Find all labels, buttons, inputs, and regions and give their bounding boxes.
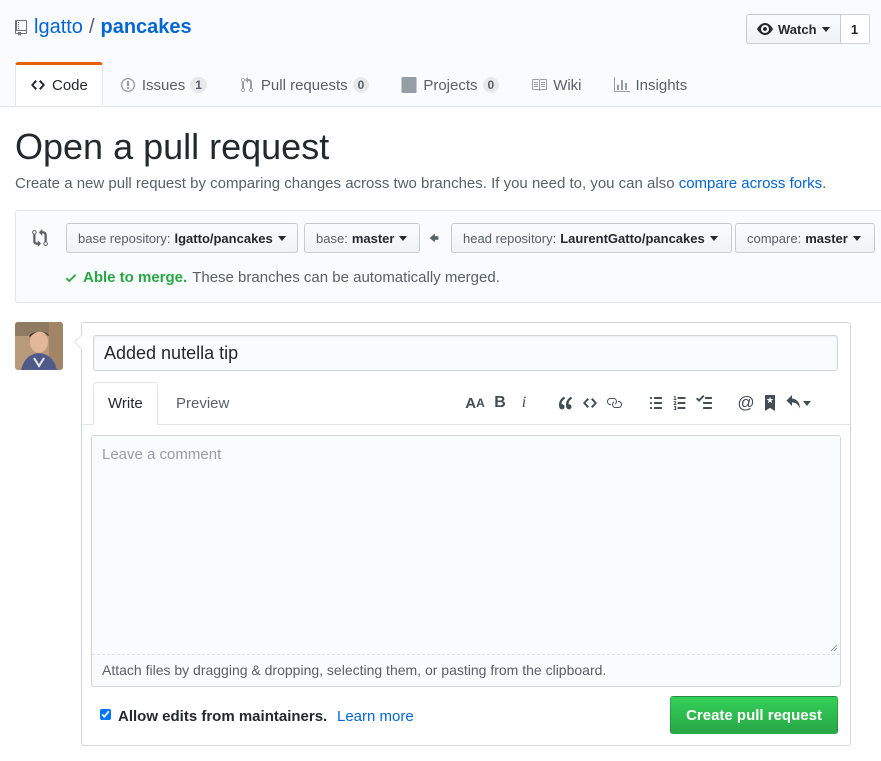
compare-icon (32, 229, 48, 247)
range-editor: base repository: lgatto/pancakes base: m… (15, 210, 881, 303)
link-icon[interactable] (604, 393, 624, 413)
pull-requests-count-badge: 0 (352, 77, 370, 93)
base-repository-value: lgatto/pancakes (174, 230, 273, 246)
unordered-list-icon[interactable] (646, 393, 666, 413)
tab-code[interactable]: Code (15, 62, 103, 106)
repo-icon (15, 19, 27, 36)
projects-count-badge: 0 (482, 77, 500, 93)
quote-icon[interactable] (556, 393, 576, 413)
project-icon (401, 77, 417, 93)
compare-branch-label: compare: (747, 230, 802, 246)
ordered-list-icon[interactable] (670, 393, 690, 413)
tab-wiki-label: Wiki (553, 76, 582, 94)
tab-insights-label: Insights (635, 76, 688, 94)
compare-branch-select[interactable]: compare: master (735, 223, 875, 253)
base-branch-select[interactable]: base: master (304, 223, 420, 253)
repo-name-link[interactable]: pancakes (101, 16, 192, 39)
base-branch-value: master (351, 230, 395, 246)
compare-across-forks-link[interactable]: compare across forks (679, 175, 822, 192)
base-repository-select[interactable]: base repository: lgatto/pancakes (66, 223, 298, 253)
italic-icon[interactable]: i (514, 393, 534, 413)
base-branch-label: base: (316, 230, 348, 246)
watch-button[interactable]: Watch (746, 14, 841, 44)
file-attachment-bar[interactable]: Attach files by dragging & dropping, sel… (92, 654, 840, 686)
tab-issues[interactable]: Issues 1 (105, 62, 222, 106)
pull-request-form: Write Preview AA B i (74, 322, 851, 746)
form-actions: Allow edits from maintainers. Learn more… (98, 696, 838, 739)
attach-files-text: Attach files by dragging & dropping, sel… (102, 662, 607, 678)
repo-header: lgatto / pancakes Watch 1 Code Issues 1 … (0, 0, 881, 107)
head-repository-label: head repository: (463, 230, 557, 246)
chevron-down-icon (852, 235, 861, 241)
pr-title-input[interactable] (93, 335, 838, 371)
arrow-left-icon (429, 233, 439, 243)
repo-separator: / (88, 16, 95, 38)
repo-nav: Code Issues 1 Pull requests 0 Projects 0… (15, 62, 704, 106)
allow-edits-label: Allow edits from maintainers. (118, 708, 328, 725)
merge-status: Able to merge. These branches can be aut… (64, 269, 500, 286)
code-icon[interactable] (580, 393, 600, 413)
watch-label: Watch (778, 21, 817, 37)
repo-title: lgatto / pancakes (15, 16, 192, 39)
tab-wiki[interactable]: Wiki (516, 62, 596, 106)
book-icon (532, 79, 548, 91)
subtitle-end: . (822, 175, 827, 192)
tab-pull-requests[interactable]: Pull requests 0 (224, 62, 384, 106)
markdown-toolbar: AA B i @ (462, 388, 814, 418)
merge-status-ok: Able to merge. (83, 269, 188, 286)
chevron-down-icon (277, 235, 286, 241)
avatar-image (15, 322, 63, 370)
repo-owner-link[interactable]: lgatto (34, 16, 83, 39)
chevron-down-icon (399, 235, 408, 241)
tab-issues-label: Issues (141, 76, 186, 94)
merge-status-text: These branches can be automatically merg… (192, 269, 500, 286)
code-icon (31, 80, 45, 90)
check-icon (65, 273, 77, 282)
tab-code-label: Code (52, 76, 88, 94)
watch-group: Watch 1 (746, 14, 870, 44)
text-size-icon[interactable]: AA (464, 393, 486, 413)
page-title: Open a pull request (15, 126, 330, 167)
tab-write[interactable]: Write (93, 382, 158, 425)
watch-count[interactable]: 1 (840, 14, 870, 44)
issue-icon (120, 78, 135, 92)
subtitle-text: Create a new pull request by comparing c… (15, 175, 675, 192)
issues-count-badge: 1 (190, 77, 207, 93)
comment-tabnav: Write Preview AA B i @ (82, 382, 850, 425)
pull-request-icon (240, 77, 253, 93)
saved-reply-icon[interactable] (760, 393, 780, 413)
head-repository-select[interactable]: head repository: LaurentGatto/pancakes (451, 223, 732, 253)
tab-insights[interactable]: Insights (599, 62, 703, 106)
chevron-down-icon (821, 26, 830, 32)
learn-more-link[interactable]: Learn more (337, 708, 414, 725)
resize-grip-icon[interactable] (828, 642, 838, 652)
tab-projects[interactable]: Projects 0 (386, 62, 514, 106)
tab-pull-requests-label: Pull requests (260, 76, 348, 94)
chevron-down-icon (709, 235, 718, 241)
create-pull-request-button[interactable]: Create pull request (670, 696, 838, 734)
avatar (15, 322, 63, 370)
task-list-icon[interactable] (694, 393, 714, 413)
allow-edits-checkbox[interactable] (100, 709, 111, 720)
bold-icon[interactable]: B (490, 393, 510, 413)
tab-projects-label: Projects (423, 76, 478, 94)
comment-textarea[interactable] (92, 436, 840, 654)
mention-icon[interactable]: @ (736, 393, 756, 413)
reply-icon[interactable] (784, 393, 812, 413)
base-repository-label: base repository: (78, 230, 171, 246)
comment-box: Attach files by dragging & dropping, sel… (91, 435, 841, 687)
tab-preview[interactable]: Preview (162, 382, 243, 424)
head-repository-value: LaurentGatto/pancakes (560, 230, 705, 246)
eye-icon (757, 23, 773, 35)
graph-icon (613, 77, 630, 92)
page-subtitle: Create a new pull request by comparing c… (15, 175, 826, 192)
compare-branch-value: master (805, 230, 848, 246)
